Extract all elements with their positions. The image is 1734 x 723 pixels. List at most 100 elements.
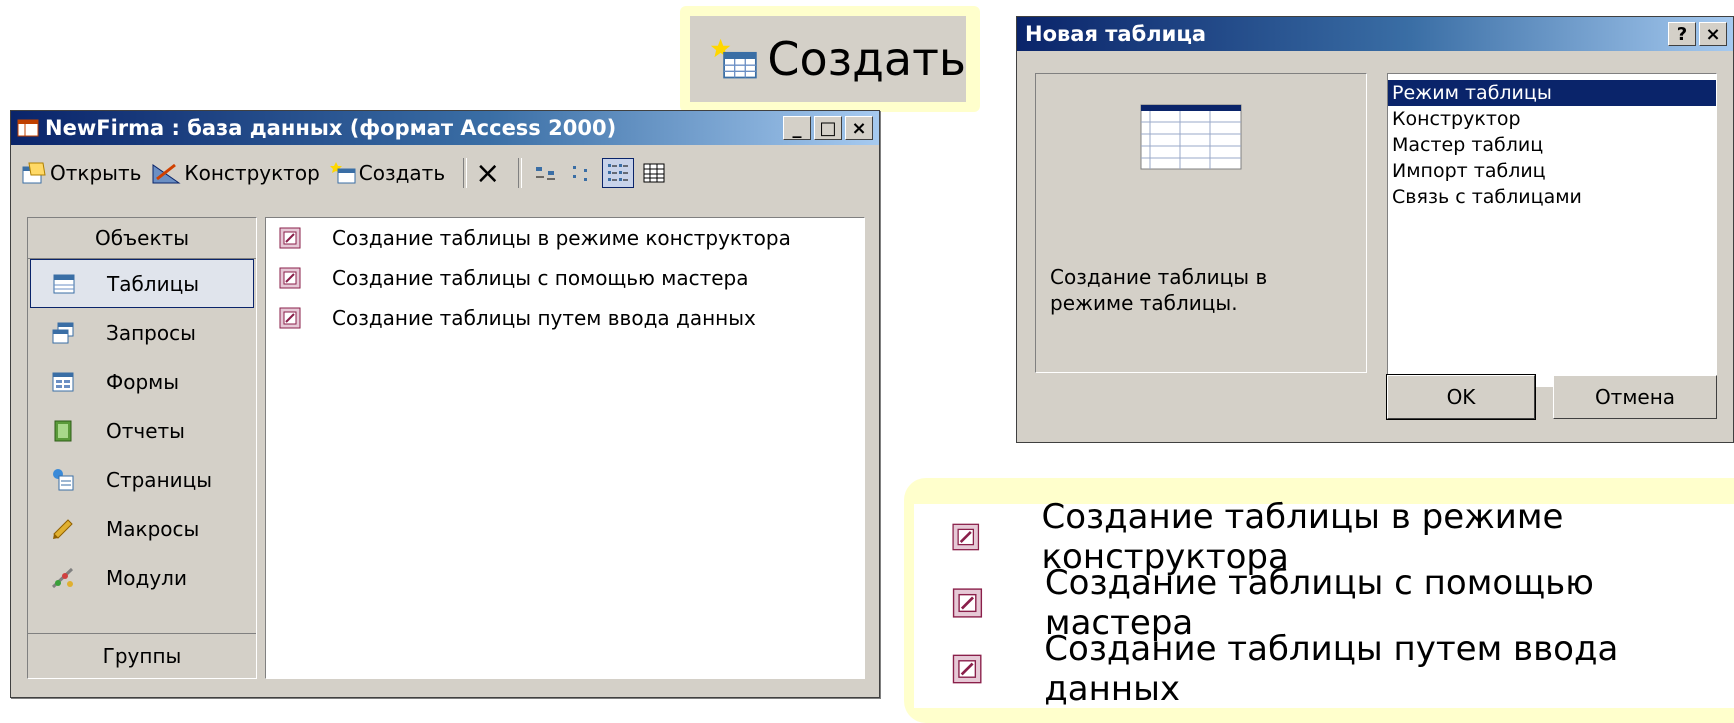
list-view-button[interactable] — [602, 158, 635, 188]
open-icon — [22, 162, 46, 184]
maximize-button[interactable]: □ — [814, 116, 842, 140]
open-label: Открыть — [50, 161, 142, 185]
new-table-dialog: Новая таблица ? × Создание таблицы в реж… — [1016, 16, 1734, 443]
object-label: Запросы — [106, 320, 196, 345]
cancel-button[interactable]: Отмена — [1553, 375, 1717, 419]
help-icon: ? — [1676, 23, 1688, 45]
create-button[interactable]: Создать — [329, 161, 446, 185]
module-icon — [51, 567, 74, 588]
objects-header-label: Объекты — [94, 226, 190, 250]
ok-label: OK — [1446, 385, 1476, 409]
list-view-icon — [608, 164, 629, 181]
object-modules[interactable]: Модули — [28, 553, 256, 602]
mode-item[interactable]: Импорт таблиц — [1388, 158, 1716, 184]
datasheet-preview-icon — [1140, 104, 1242, 170]
maximize-icon: □ — [819, 117, 837, 139]
mode-list[interactable]: Режим таблицы Конструктор Мастер таблиц … — [1387, 73, 1717, 387]
shortcut-icon — [952, 654, 982, 684]
page-icon — [53, 468, 74, 490]
minimize-button[interactable]: _ — [783, 116, 811, 140]
object-reports[interactable]: Отчеты — [28, 406, 256, 455]
shortcut-icon — [279, 307, 301, 329]
object-macros[interactable]: Макросы — [28, 504, 256, 553]
mode-description: Создание таблицы в режиме таблицы. — [1050, 265, 1268, 315]
toolbar-separator — [518, 158, 523, 188]
object-label: Таблицы — [107, 271, 199, 296]
list-item[interactable]: Создание таблицы путем ввода данных — [266, 298, 864, 338]
objects-panel: Объекты Таблицы Запросы Формы Отчеты Стр… — [27, 217, 257, 679]
object-label: Страницы — [106, 467, 213, 492]
groups-label: Группы — [102, 644, 182, 668]
db-title: NewFirma : база данных (формат Access 20… — [45, 116, 617, 140]
database-icon — [17, 119, 39, 137]
mode-item[interactable]: Мастер таблиц — [1388, 132, 1716, 158]
groups-header[interactable]: Группы — [28, 633, 256, 678]
list-item[interactable]: Создание таблицы в режиме конструктора — [266, 218, 864, 258]
minimize-icon: _ — [792, 117, 802, 139]
design-label: Конструктор — [184, 161, 320, 185]
report-icon — [54, 420, 72, 441]
db-titlebar[interactable]: NewFirma : база данных (формат Access 20… — [11, 111, 879, 145]
list-item-zoomed-label: Создание таблицы путем ввода данных — [1044, 629, 1619, 709]
create-table-icon — [710, 38, 757, 79]
list-callout-body: Создание таблицы в режиме конструктора С… — [914, 497, 1734, 709]
shortcut-icon — [279, 227, 301, 249]
object-queries[interactable]: Запросы — [28, 308, 256, 357]
list-item-label: Создание таблицы с помощью мастера — [332, 266, 749, 290]
delete-icon: × — [475, 155, 501, 191]
details-view-button[interactable] — [638, 158, 670, 188]
table-icon — [53, 274, 75, 293]
object-tables[interactable]: Таблицы — [30, 259, 254, 308]
dialog-title: Новая таблица — [1025, 22, 1207, 46]
dialog-titlebar[interactable]: Новая таблица ? × — [1017, 17, 1733, 51]
shortcut-icon — [279, 267, 301, 289]
create-button-zoomed[interactable]: Создать — [690, 16, 966, 102]
object-label: Модули — [106, 565, 187, 590]
dialog-close-button[interactable]: × — [1699, 22, 1727, 46]
large-icons-icon — [536, 167, 556, 180]
objects-list: Создание таблицы в режиме конструктора С… — [265, 217, 865, 679]
small-icons-icon — [573, 166, 588, 181]
list-item-zoomed[interactable]: Создание таблицы с помощью мастера — [914, 563, 1734, 643]
close-icon: × — [1705, 23, 1721, 45]
objects-header[interactable]: Объекты — [28, 218, 256, 259]
large-icons-button[interactable] — [530, 158, 562, 188]
design-button[interactable]: Конструктор — [151, 161, 320, 185]
shortcut-icon — [952, 523, 980, 551]
object-label: Макросы — [106, 516, 200, 541]
close-button[interactable]: × — [845, 116, 873, 140]
database-window: NewFirma : база данных (формат Access 20… — [10, 110, 880, 698]
create-label: Создать — [358, 161, 446, 185]
list-item-label: Создание таблицы в режиме конструктора — [332, 226, 791, 250]
list-callout: Создание таблицы в режиме конструктора С… — [904, 478, 1734, 723]
object-label: Формы — [106, 369, 180, 394]
db-toolbar: Открыть Конструктор Создать × — [11, 145, 879, 201]
object-pages[interactable]: Страницы — [28, 455, 256, 504]
mode-item[interactable]: Режим таблицы — [1388, 80, 1716, 106]
ok-button[interactable]: OK — [1386, 374, 1536, 420]
object-forms[interactable]: Формы — [28, 357, 256, 406]
create-label-zoomed: Создать — [767, 32, 966, 86]
form-icon — [52, 372, 74, 391]
mode-item[interactable]: Конструктор — [1388, 106, 1716, 132]
open-button[interactable]: Открыть — [21, 161, 141, 185]
query-icon — [52, 322, 74, 343]
toolbar-separator — [463, 158, 468, 188]
shortcut-icon — [952, 588, 983, 618]
help-button[interactable]: ? — [1668, 22, 1696, 46]
mode-preview: Создание таблицы в режиме таблицы. — [1035, 73, 1367, 373]
small-icons-button[interactable] — [566, 158, 598, 188]
mode-item[interactable]: Связь с таблицами — [1388, 184, 1716, 210]
list-item-zoomed[interactable]: Создание таблицы путем ввода данных — [914, 629, 1734, 709]
macro-icon — [53, 518, 73, 539]
design-icon — [152, 163, 182, 184]
list-item-zoomed[interactable]: Создание таблицы в режиме конструктора — [914, 497, 1734, 577]
create-icon — [329, 162, 356, 184]
create-button-callout: Создать — [680, 6, 980, 112]
close-icon: × — [851, 117, 867, 139]
object-label: Отчеты — [106, 418, 185, 443]
list-item-label: Создание таблицы путем ввода данных — [332, 306, 756, 330]
delete-button[interactable]: × — [475, 156, 500, 191]
cancel-label: Отмена — [1594, 385, 1676, 409]
list-item[interactable]: Создание таблицы с помощью мастера — [266, 258, 864, 298]
